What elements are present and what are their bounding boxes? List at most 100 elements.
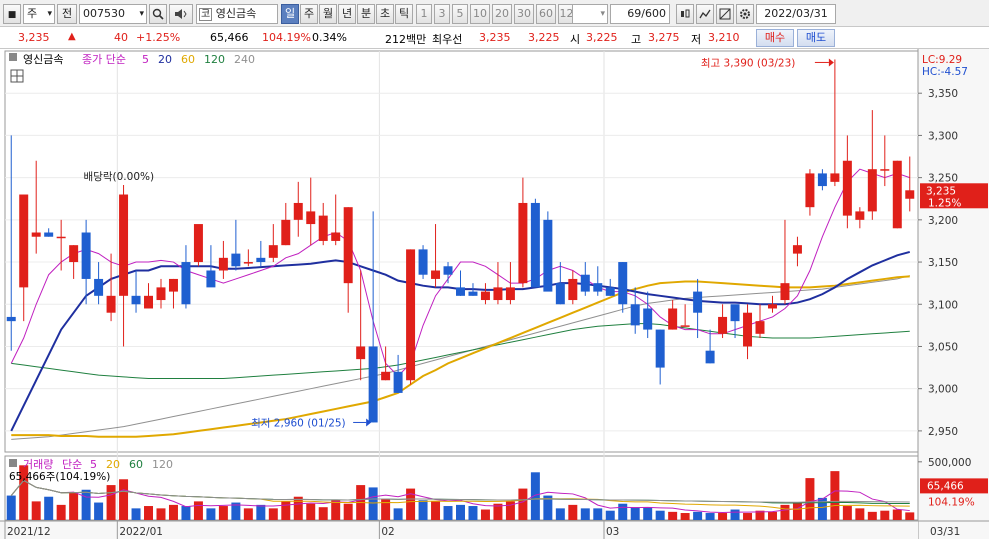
volume-legend-label: 거래량	[23, 458, 53, 471]
volume: 65,466	[210, 31, 249, 44]
toolbar: ■ 주 ▾ 전 007530 ▾ 코 영신금속 일주월년분초틱 1 3 5 10 20 30 6…	[0, 0, 989, 27]
current-price: 3,235	[18, 31, 50, 44]
period-tab[interactable]: 월	[319, 4, 337, 24]
candle-body	[630, 304, 640, 326]
candle-body	[418, 249, 428, 275]
hc-label: HC:-4.57	[922, 66, 968, 78]
settings-icon[interactable]	[736, 4, 754, 24]
volume-bar	[318, 507, 328, 520]
candle-body	[718, 316, 728, 334]
volume-bar	[119, 479, 129, 520]
candle-body	[81, 232, 91, 279]
tool-icon[interactable]	[716, 4, 734, 24]
prev-button[interactable]: 전	[57, 4, 77, 24]
period-tab[interactable]: 분	[357, 4, 375, 24]
candle-body	[231, 253, 241, 267]
candle-body	[243, 262, 253, 264]
interval-custom-input[interactable]: ▾	[572, 4, 608, 24]
x-tick-label: 2021/12	[7, 526, 51, 538]
current-price-tag-text: 3,235	[926, 185, 956, 197]
candle-body	[356, 346, 366, 360]
volume-bar	[144, 506, 154, 520]
period-tab[interactable]: 주	[300, 4, 318, 24]
turnover: 0.34%	[312, 31, 347, 44]
x-tick-label: 03	[606, 526, 619, 538]
candle-body	[44, 232, 54, 237]
candle-type-icon[interactable]	[676, 4, 694, 24]
page-count-value: 69/600	[627, 7, 666, 20]
chevron-down-icon: ▾	[139, 9, 144, 19]
x-end-label: 03/31	[930, 526, 960, 538]
candle-body	[518, 202, 528, 284]
volume-legend-period: 20	[106, 458, 120, 471]
search-icon[interactable]	[149, 4, 167, 24]
volume-bar	[268, 508, 278, 520]
ma-legend-period: 60	[181, 53, 195, 66]
market-select-value: 주	[27, 7, 38, 20]
price-chart[interactable]: 3,350 3,300 3,250 3,200 3,150 3,100 3,050 3,000…	[0, 49, 989, 539]
candle-body	[855, 211, 865, 220]
volume-bar	[368, 487, 378, 520]
code-input[interactable]: 007530 ▾	[79, 4, 147, 24]
interval-tab[interactable]: 60	[536, 4, 556, 24]
sell-button[interactable]: 매도	[797, 29, 835, 47]
ma-legend-period: 120	[204, 53, 225, 66]
volume-bar	[106, 485, 116, 520]
up-arrow-icon: ▲	[68, 31, 76, 42]
period-tab[interactable]: 틱	[395, 4, 413, 24]
volume-bar	[693, 511, 703, 520]
candle-body	[755, 321, 765, 334]
speaker-icon[interactable]	[169, 4, 193, 24]
candle-body	[431, 270, 441, 279]
volume-bar	[181, 506, 191, 520]
market-icon[interactable]: ■	[3, 4, 21, 24]
candle-body	[817, 173, 827, 187]
interval-tab[interactable]: 10	[470, 4, 490, 24]
volume-bar	[56, 504, 66, 520]
volume-bar	[792, 502, 802, 520]
ma-legend-period: 20	[158, 53, 172, 66]
volume-bar	[530, 472, 540, 520]
stock-name-field[interactable]: 코 영신금속	[196, 4, 278, 24]
volume-bar	[293, 496, 303, 520]
interval-tab[interactable]: 3	[434, 4, 450, 24]
volume-bar	[630, 507, 640, 520]
candle-body	[605, 287, 615, 296]
volume-bar	[705, 513, 715, 520]
volume-bar	[168, 504, 178, 520]
best-bid-label: 최우선	[432, 33, 463, 46]
candle-body	[406, 249, 416, 381]
interval-tab[interactable]: 5	[452, 4, 468, 24]
candle-body	[393, 371, 403, 393]
interval-tab[interactable]: 1	[416, 4, 432, 24]
period-tab[interactable]: 일	[281, 4, 299, 24]
candle-body	[867, 169, 877, 212]
interval-tab[interactable]: 20	[492, 4, 512, 24]
interval-tab[interactable]: 30	[514, 4, 534, 24]
period-tab[interactable]: 초	[376, 4, 394, 24]
volume-bar	[443, 506, 453, 520]
candle-body	[593, 283, 603, 292]
candle-body	[293, 202, 303, 220]
volume-bar	[31, 501, 41, 520]
volume-bar	[730, 509, 740, 520]
chart-title: 영신금속	[23, 53, 63, 66]
page-count[interactable]: 69/600	[610, 4, 670, 24]
volume-bar	[256, 504, 266, 520]
volume-bar	[555, 508, 565, 520]
x-tick-label: 02	[381, 526, 394, 538]
indicator-icon[interactable]	[696, 4, 714, 24]
buy-button[interactable]: 매수	[756, 29, 794, 47]
candle-body	[730, 304, 740, 322]
market-select[interactable]: 주 ▾	[23, 4, 55, 24]
price-panel-frame	[4, 50, 919, 453]
ma-legend-period: 5	[142, 53, 149, 66]
candle-body	[580, 274, 590, 292]
candle-body	[805, 173, 815, 208]
volume-bar	[193, 501, 203, 520]
volume-legend-period: 5	[90, 458, 97, 471]
period-tab[interactable]: 년	[338, 4, 356, 24]
candle-body	[780, 283, 790, 301]
date-input[interactable]: 2022/03/31	[756, 4, 836, 24]
candle-body	[568, 278, 578, 301]
